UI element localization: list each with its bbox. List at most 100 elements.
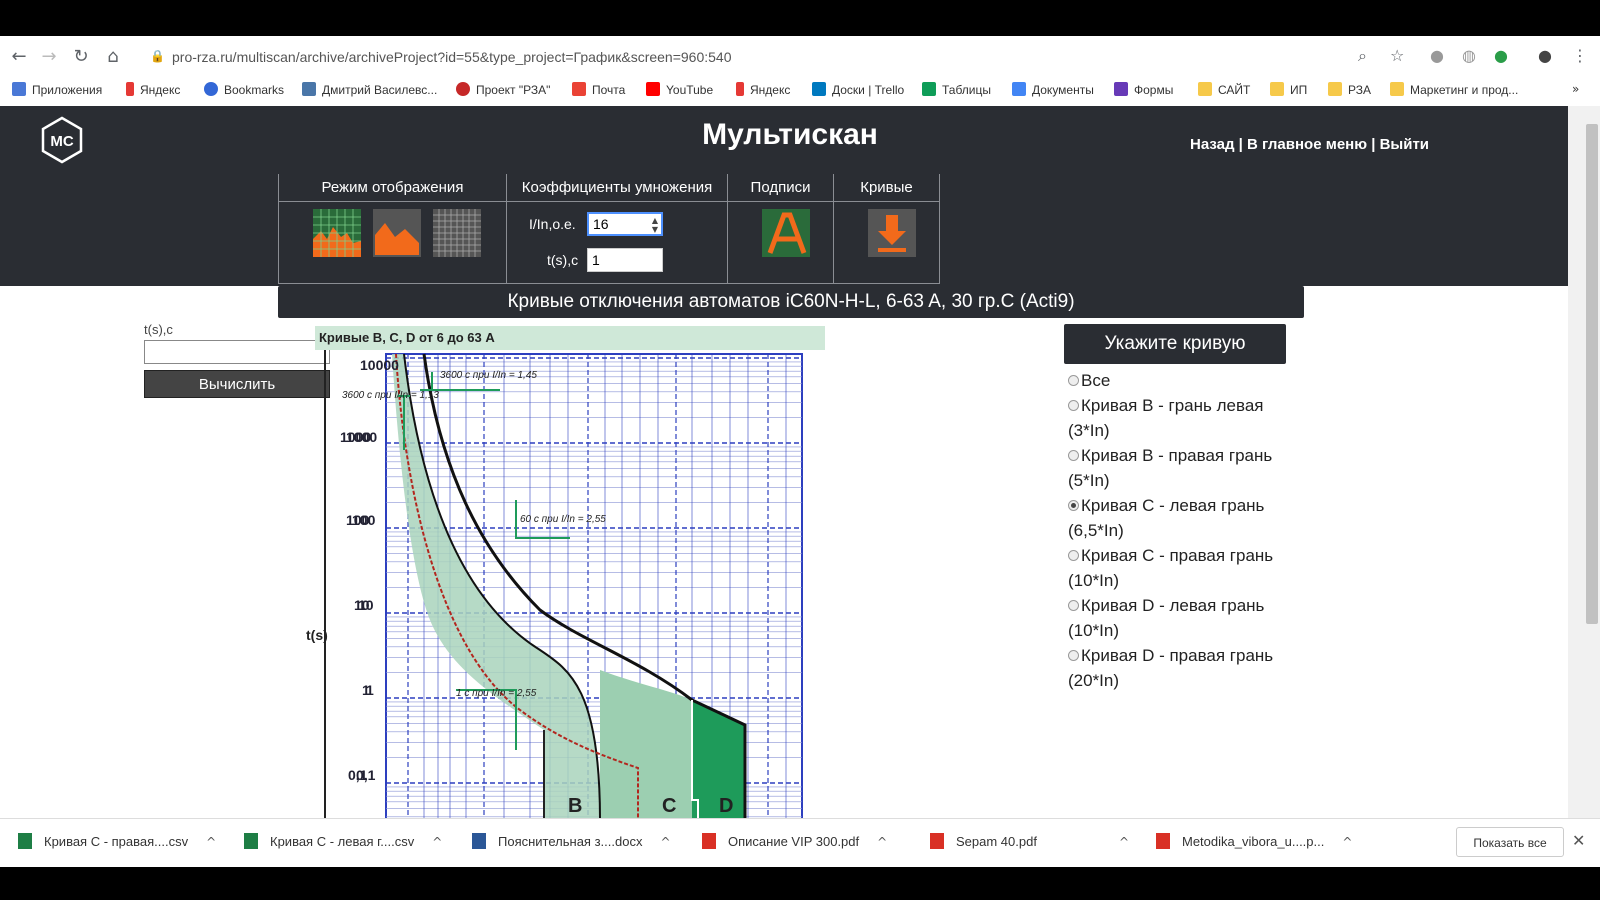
bookmark-item[interactable]: Дмитрий Василевс... — [302, 82, 437, 97]
back-link[interactable]: Назад — [1190, 136, 1234, 153]
curve-option[interactable]: Кривая B - правая грань (5*In) — [1068, 443, 1298, 493]
bookmark-item[interactable]: Проект "РЗА" — [456, 82, 550, 97]
bookmark-item[interactable]: САЙТ — [1198, 82, 1250, 97]
curve-radio[interactable] — [1068, 400, 1079, 411]
bookmark-item[interactable]: Почта — [572, 82, 625, 97]
profile-avatar[interactable]: ● — [1538, 46, 1552, 65]
curve-option[interactable]: Кривая C - левая грань (6,5*In) — [1068, 493, 1298, 543]
download-curves-icon[interactable] — [868, 209, 916, 257]
docx-file-icon — [472, 833, 486, 849]
curve-option[interactable]: Кривая C - правая грань (10*In) — [1068, 543, 1298, 593]
reload-icon[interactable]: ↻ — [70, 46, 92, 68]
curve-radio[interactable] — [1068, 550, 1079, 561]
bookmark-item[interactable]: YouTube — [646, 82, 713, 97]
y-axis-label: t(s) — [306, 627, 328, 643]
lock-icon: 🔒 — [150, 49, 165, 63]
forms-icon — [1114, 82, 1128, 96]
chevron-up-icon[interactable]: ^ — [877, 835, 887, 849]
scrollbar-thumb[interactable] — [1586, 124, 1598, 624]
curve-option-label: Кривая B - грань левая (3*In) — [1068, 396, 1264, 440]
curve-option-label: Кривая C - правая грань (10*In) — [1068, 546, 1274, 590]
y-tick-label: 0,1 — [356, 767, 376, 783]
zoom-icon[interactable]: ⌕ — [1358, 46, 1367, 66]
vk-icon — [302, 82, 316, 96]
download-item[interactable]: Sepam 40.pdf ^ — [930, 833, 1129, 849]
globe-icon[interactable]: ◍ — [1462, 46, 1476, 65]
current-ratio-label: I/In,o.e. — [529, 216, 576, 232]
curve-selector-header: Укажите кривую — [1064, 324, 1286, 364]
bookmark-item[interactable]: Таблицы — [922, 82, 991, 97]
y-tick-label: 100 — [352, 512, 376, 528]
pdf-file-icon — [1156, 833, 1170, 849]
curve-option-label: Кривая D - левая грань (10*In) — [1068, 596, 1265, 640]
annotation-text: 3600 с при I/In = 1,45 — [440, 370, 537, 381]
bookmark-item[interactable]: Доски | Trello — [812, 82, 904, 97]
area-grid-mode-icon[interactable] — [313, 209, 361, 257]
bookmark-item[interactable]: Яндекс — [736, 82, 790, 97]
area-mode-icon[interactable] — [373, 209, 421, 257]
coefficients-title: Коэффициенты умножения — [507, 179, 727, 202]
bookmark-item[interactable]: Яндекс — [126, 82, 180, 97]
band-c — [600, 670, 692, 818]
browser-chrome: ← → ↻ ⌂ 🔒 pro-rza.ru/multiscan/archive/a… — [0, 36, 1600, 106]
curve-radio[interactable] — [1068, 450, 1079, 461]
curve-radio[interactable] — [1068, 650, 1079, 661]
curve-radio[interactable] — [1068, 600, 1079, 611]
curve-option[interactable]: Кривая D - правая грань (20*In) — [1068, 643, 1298, 693]
chart-title: Кривые отключения автоматов iC60N-H-L, 6… — [278, 286, 1304, 318]
apps-icon — [12, 82, 26, 96]
chevron-up-icon[interactable]: ^ — [432, 835, 442, 849]
chevron-up-icon[interactable]: ^ — [206, 835, 216, 849]
curve-option[interactable]: Кривая B - грань левая (3*In) — [1068, 393, 1298, 443]
star-icon[interactable]: ☆ — [1390, 46, 1404, 65]
labels-group: Подписи — [727, 174, 834, 284]
curve-option-label: Кривая D - правая грань (20*In) — [1068, 646, 1274, 690]
exit-link[interactable]: Выйти — [1380, 136, 1429, 153]
separator: | — [1371, 136, 1376, 153]
close-icon[interactable]: ✕ — [1572, 831, 1585, 850]
evernote-icon[interactable]: ● — [1494, 46, 1508, 65]
annotation-text: 1 с при I/In = 2,55 — [456, 688, 537, 699]
address-bar[interactable]: 🔒 pro-rza.ru/multiscan/archive/archivePr… — [140, 43, 1420, 71]
annotation-text: 3600 с при I/In = 1,13 — [342, 390, 439, 401]
bookmarks-bar: Приложения Яндекс Bookmarks Дмитрий Васи… — [0, 80, 1600, 104]
curve-option[interactable]: Кривая D - левая грань (10*In) — [1068, 593, 1298, 643]
chevron-up-icon[interactable]: ^ — [1342, 835, 1352, 849]
bookmark-item[interactable]: ИП — [1270, 82, 1307, 97]
curve-option-label: Все — [1081, 371, 1111, 390]
more-bookmarks-icon[interactable]: » — [1572, 82, 1579, 96]
bookmark-item[interactable]: Формы — [1114, 82, 1173, 97]
curves-title: Кривые — [834, 179, 939, 202]
bookmark-item[interactable]: РЗА — [1328, 82, 1371, 97]
curve-radio[interactable] — [1068, 375, 1079, 386]
download-item[interactable]: Кривая С - левая г....csv ^ — [244, 833, 442, 849]
bookmark-item[interactable]: Приложения — [12, 82, 102, 97]
downloads-bar: Кривая С - правая....csv ^ Кривая С - лев… — [0, 818, 1600, 867]
chevron-up-icon[interactable]: ^ — [1119, 835, 1129, 849]
y-tick-label: 10 — [358, 597, 374, 613]
font-labels-icon[interactable] — [762, 209, 810, 257]
grid-mode-icon[interactable] — [433, 209, 481, 257]
show-all-button[interactable]: Показать все — [1456, 827, 1564, 857]
download-item[interactable]: Metodika_vibora_u....p... ^ — [1156, 833, 1352, 849]
back-icon[interactable]: ← — [8, 46, 30, 68]
bookmark-item[interactable]: Bookmarks — [204, 82, 284, 97]
chevron-up-icon[interactable]: ^ — [660, 835, 670, 849]
curve-radio[interactable] — [1068, 500, 1079, 511]
stepper-arrows-icon[interactable]: ▲ ▼ — [649, 216, 661, 234]
download-item[interactable]: Описание VIP 300.pdf ^ — [702, 833, 887, 849]
extension-icon[interactable]: ● — [1430, 46, 1444, 65]
download-item[interactable]: Кривая С - правая....csv ^ — [18, 833, 216, 849]
page-scrollbar[interactable] — [1568, 106, 1600, 818]
forward-icon[interactable]: → — [38, 46, 60, 68]
download-item[interactable]: Пояснительная з....docx ^ — [472, 833, 671, 849]
time-input[interactable] — [587, 248, 663, 272]
bookmark-item[interactable]: Документы — [1012, 82, 1094, 97]
main-menu-link[interactable]: В главное меню — [1247, 136, 1367, 153]
yandex-icon — [126, 82, 134, 96]
menu-icon[interactable]: ⋮ — [1572, 46, 1588, 65]
curve-option-label: Кривая C - левая грань (6,5*In) — [1068, 496, 1265, 540]
bookmark-item[interactable]: Маркетинг и прод... — [1390, 82, 1518, 97]
curve-option[interactable]: Все — [1068, 368, 1298, 393]
home-icon[interactable]: ⌂ — [102, 46, 124, 68]
